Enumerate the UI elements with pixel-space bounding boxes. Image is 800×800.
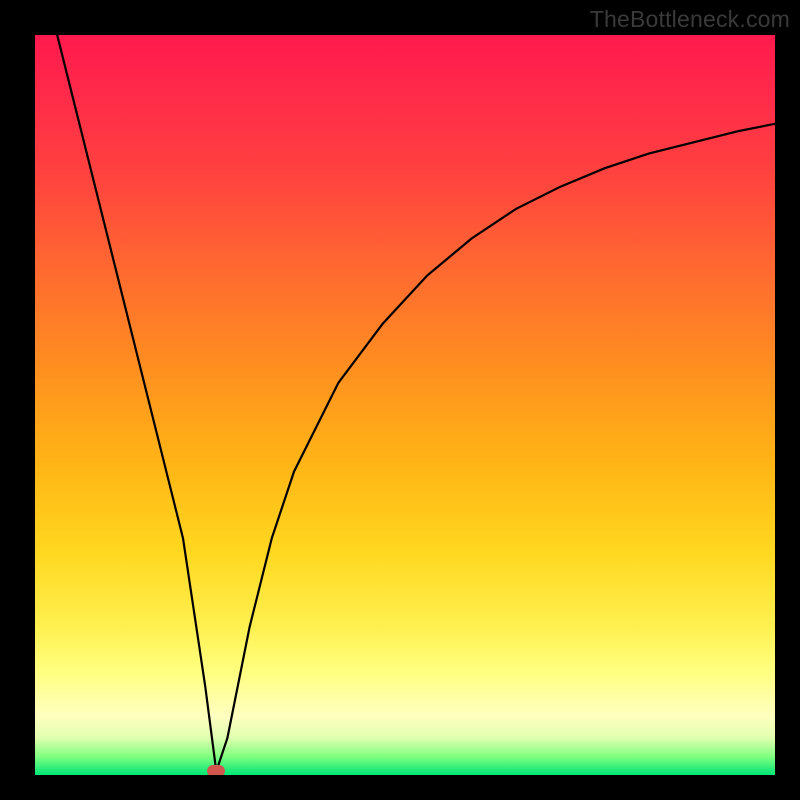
chart-frame: TheBottleneck.com <box>0 0 800 800</box>
watermark-text: TheBottleneck.com <box>590 6 790 33</box>
optimum-marker <box>207 765 225 775</box>
bottleneck-curve <box>35 35 775 775</box>
plot-area <box>35 35 775 775</box>
